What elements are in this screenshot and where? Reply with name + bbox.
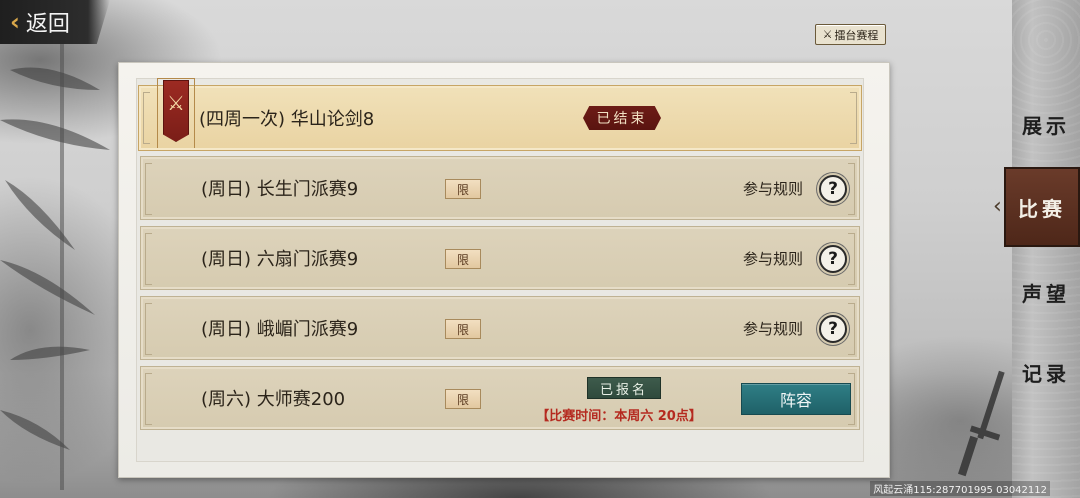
side-item-reputation[interactable]: 声望 — [1012, 262, 1080, 322]
status-badge-registered: 已报名 — [587, 377, 661, 399]
side-item-records[interactable]: 记录 — [1012, 342, 1080, 402]
back-button[interactable]: ‹ 返回 — [0, 0, 110, 44]
sword-banner-icon: ⚔ — [163, 80, 189, 142]
event-row-liushan[interactable]: (周日) 六扇门派赛9 限 参与规则 ? — [140, 226, 860, 290]
event-title: (四周一次) 华山论剑8 — [199, 109, 375, 130]
limit-badge: 限 — [445, 389, 481, 409]
rule-link[interactable]: 参与规则 — [743, 157, 803, 219]
side-item-showcase[interactable]: 展示 — [1012, 94, 1080, 154]
help-icon[interactable]: ? — [819, 245, 847, 273]
lineup-button[interactable]: 阵容 — [741, 383, 851, 415]
limit-badge: 限 — [445, 319, 481, 339]
crossed-swords-icon: ⚔ — [822, 28, 833, 41]
match-time: 【比赛时间：本周六 20点】 — [536, 409, 702, 424]
event-row-huashan[interactable]: ⚔ (四周一次) 华山论剑8 已结束 — [138, 78, 862, 151]
side-item-match[interactable]: 比赛 — [1004, 167, 1080, 247]
event-row-changsheng[interactable]: (周日) 长生门派赛9 限 参与规则 ? — [140, 156, 860, 220]
help-icon[interactable]: ? — [819, 175, 847, 203]
schedule-label: 擂台赛程 — [834, 28, 879, 42]
rule-link[interactable]: 参与规则 — [743, 227, 803, 289]
side-nav — [1012, 0, 1080, 498]
bamboo-decoration — [0, 30, 110, 490]
back-label: 返回 — [25, 12, 70, 37]
chevron-left-icon: ‹ — [10, 8, 20, 36]
watermark: 风起云涌115:287701995 03042112 — [870, 481, 1050, 496]
event-title: (周日) 峨嵋门派赛9 — [201, 319, 359, 340]
sword-decoration — [958, 370, 1005, 477]
rule-link[interactable]: 参与规则 — [743, 297, 803, 359]
event-row-emei[interactable]: (周日) 峨嵋门派赛9 限 参与规则 ? — [140, 296, 860, 360]
schedule-button[interactable]: ⚔ 擂台赛程 — [815, 24, 886, 45]
event-row-master[interactable]: (周六) 大师赛200 限 已报名 【比赛时间：本周六 20点】 阵容 — [140, 366, 860, 430]
event-title: (周六) 大师赛200 — [201, 389, 346, 410]
status-badge-ended: 已结束 — [583, 106, 661, 130]
event-title: (周日) 六扇门派赛9 — [201, 249, 359, 270]
event-title: (周日) 长生门派赛9 — [201, 179, 359, 200]
limit-badge: 限 — [445, 179, 481, 199]
help-icon[interactable]: ? — [819, 315, 847, 343]
limit-badge: 限 — [445, 249, 481, 269]
